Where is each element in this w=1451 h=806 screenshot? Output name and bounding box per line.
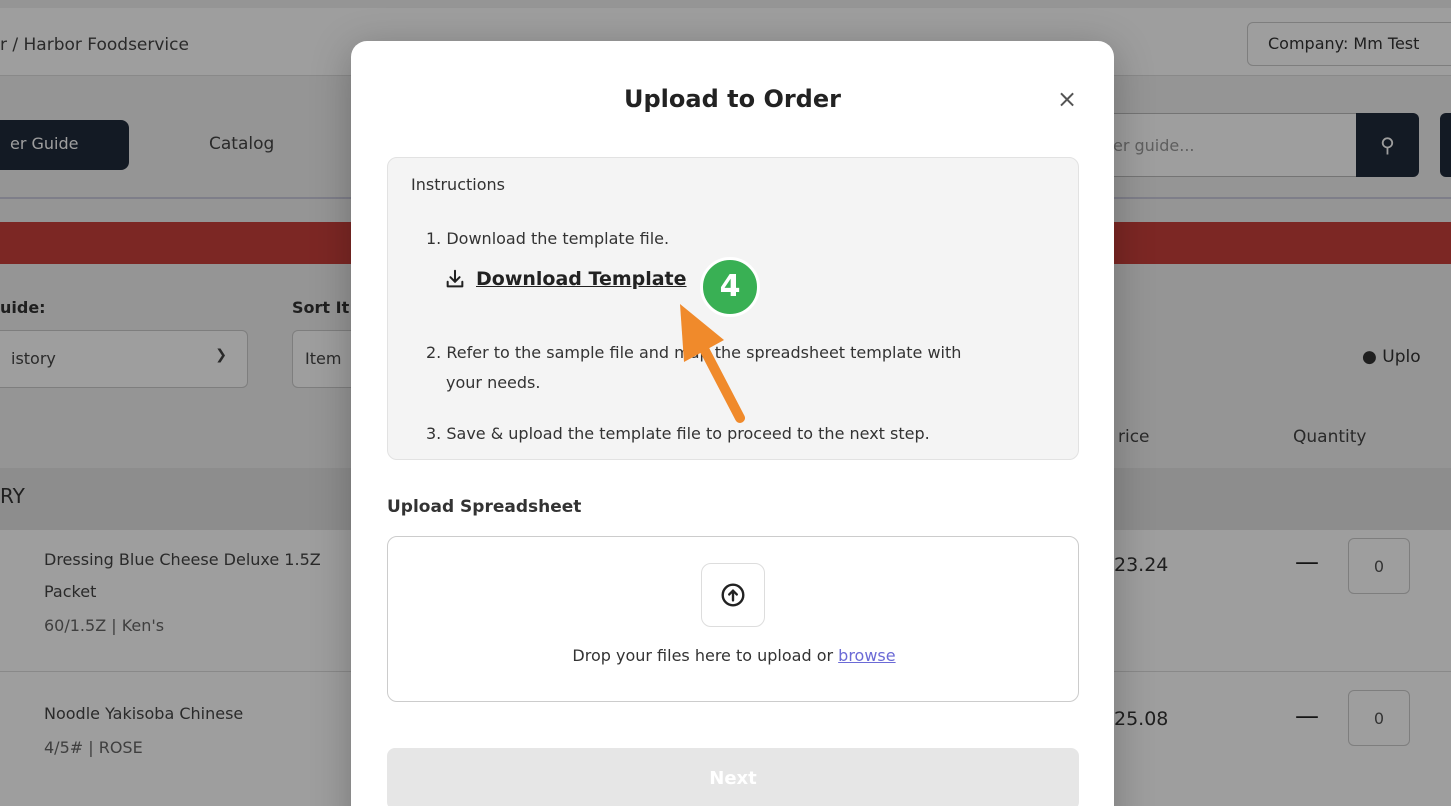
step-2-line-2: your needs. [446,373,541,392]
upload-spreadsheet-title: Upload Spreadsheet [387,497,582,517]
step-2: 2. Refer to the sample file and map the … [426,338,1046,398]
next-button[interactable]: Next [387,748,1079,806]
step-badge: 4 [700,257,760,317]
dropzone-message: Drop your files here to upload or [572,646,839,665]
step-3: 3. Save & upload the template file to pr… [426,424,930,443]
browse-link[interactable]: browse [838,646,895,665]
download-template-label: Download Template [476,268,687,290]
step-2-line-1: 2. Refer to the sample file and map the … [426,343,962,362]
upload-icon-box[interactable] [701,563,765,627]
close-icon[interactable]: × [1057,85,1077,113]
download-template-link[interactable]: Download Template [444,268,687,290]
dropzone-text: Drop your files here to upload or browse [388,646,1080,665]
upload-modal: Upload to Order × Instructions 1. Downlo… [351,41,1114,806]
step-1: 1. Download the template file. [426,229,670,248]
file-dropzone[interactable]: Drop your files here to upload or browse [387,536,1079,702]
instructions-title: Instructions [411,175,505,194]
download-icon [446,269,464,288]
upload-circle-icon [721,583,745,607]
modal-title: Upload to Order [624,85,841,113]
